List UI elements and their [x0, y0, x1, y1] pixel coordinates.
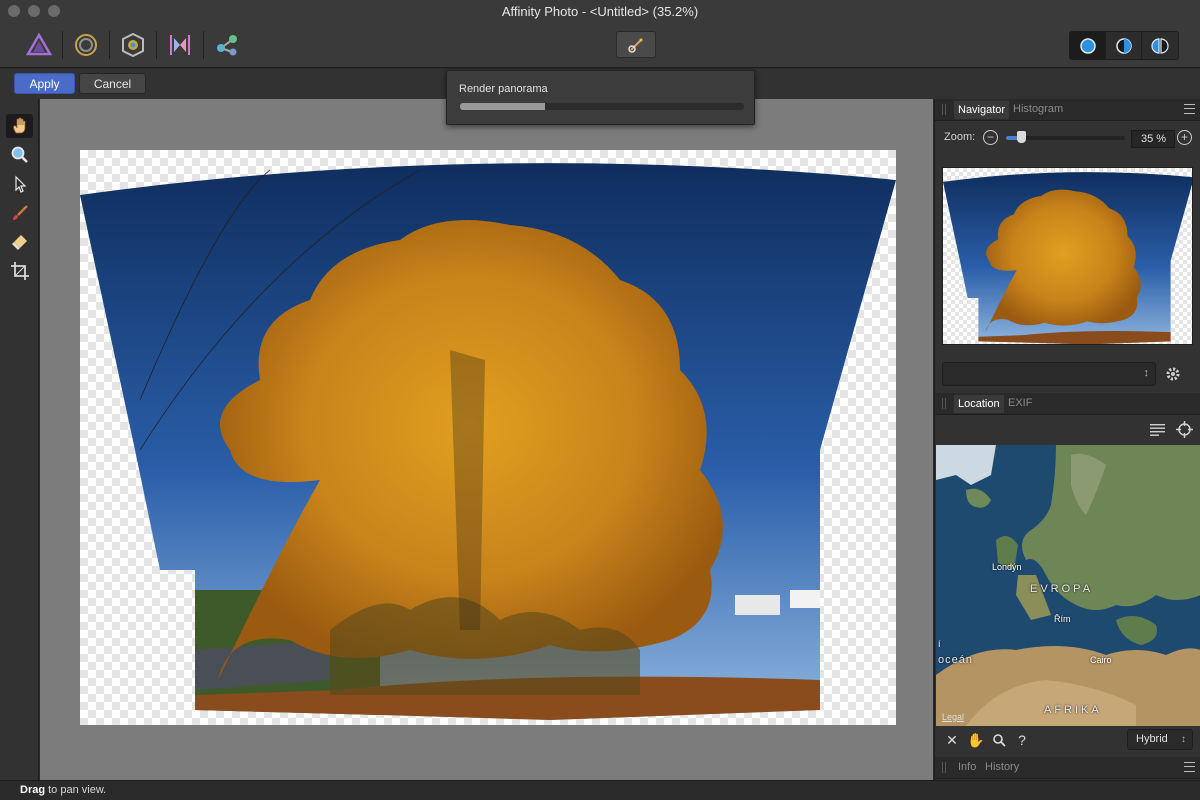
- panel-menu-icon[interactable]: [1184, 762, 1195, 772]
- title-bar: Affinity Photo - <Untitled> (35.2%): [0, 0, 1200, 68]
- map-legal-link[interactable]: Legal: [942, 712, 964, 722]
- zoom-in-button[interactable]: +: [1177, 130, 1192, 145]
- info-panel-tabs: Info History: [935, 757, 1200, 779]
- panorama-document[interactable]: [80, 150, 896, 725]
- toolbar-separator: [203, 31, 204, 59]
- export-persona-icon: [217, 35, 237, 56]
- zoom-slider[interactable]: [1006, 131, 1125, 143]
- map-toolbar: ✕ ✋ ? Hybrid: [935, 727, 1200, 753]
- panel-menu-icon[interactable]: [1184, 104, 1195, 114]
- photo-persona-button[interactable]: [24, 30, 54, 60]
- split-circle-icon: [1115, 37, 1132, 54]
- navigator-view-select[interactable]: [942, 362, 1156, 386]
- zoom-tool[interactable]: [6, 143, 33, 167]
- develop-persona-icon: [122, 32, 144, 58]
- mirror-circle-icon: [1151, 37, 1169, 54]
- map-label-africa: AFRIKA: [1044, 704, 1102, 716]
- crop-tool[interactable]: [6, 259, 33, 283]
- view-mode-single[interactable]: [1070, 32, 1106, 59]
- crosshair-icon[interactable]: [1176, 421, 1193, 438]
- status-bar: Drag to pan view.: [0, 780, 1200, 800]
- list-lines-icon[interactable]: [1150, 423, 1165, 437]
- toolbar-separator: [156, 31, 157, 59]
- status-bold-text: Drag: [20, 784, 46, 796]
- map-label-ocean-prefix: í: [938, 639, 941, 649]
- status-text: to pan view.: [45, 784, 107, 796]
- navigator-preview[interactable]: [942, 167, 1193, 345]
- map-type-select[interactable]: Hybrid: [1127, 729, 1193, 750]
- tab-location[interactable]: Location: [954, 395, 1004, 413]
- canvas-area[interactable]: [40, 99, 933, 780]
- map-label-ocean: oceán: [938, 654, 973, 666]
- toolbar-separator: [62, 31, 63, 59]
- view-mode-group: [1069, 31, 1179, 60]
- tools-panel: [0, 99, 39, 780]
- eraser-icon: [11, 235, 27, 250]
- help-icon[interactable]: ?: [1013, 731, 1031, 749]
- panorama-stitch-button[interactable]: [616, 31, 656, 58]
- full-circle-icon: [1079, 37, 1096, 54]
- zoom-slider-handle[interactable]: [1017, 131, 1027, 143]
- map-label-europe: EVROPA: [1030, 583, 1094, 595]
- brush-icon: [12, 205, 28, 220]
- panel-grip-icon[interactable]: [942, 762, 946, 773]
- tab-info[interactable]: Info: [958, 761, 976, 773]
- panel-grip-icon[interactable]: [942, 104, 946, 115]
- tone-mapping-persona-button[interactable]: [165, 30, 195, 60]
- fit-extent-icon[interactable]: ✕: [943, 731, 961, 749]
- tab-exif[interactable]: EXIF: [1008, 397, 1032, 409]
- map-label-cairo: Cairo: [1090, 655, 1112, 665]
- view-mode-split[interactable]: [1106, 32, 1142, 59]
- location-map[interactable]: Londýn EVROPA Řím í oceán Cairo AFRIKA L…: [936, 445, 1200, 726]
- render-panorama-popup: Render panorama: [446, 70, 755, 125]
- map-label-london: Londýn: [992, 562, 1022, 572]
- liquify-persona-icon: [75, 34, 97, 56]
- panorama-image: [80, 163, 896, 720]
- apply-button[interactable]: Apply: [14, 73, 75, 94]
- render-progress-bar: [460, 103, 744, 110]
- tab-histogram[interactable]: Histogram: [1013, 103, 1063, 115]
- render-progress-fill: [460, 103, 546, 110]
- export-persona-button[interactable]: [212, 30, 242, 60]
- render-panorama-label: Render panorama: [459, 83, 548, 95]
- window-title: Affinity Photo - <Untitled> (35.2%): [501, 4, 699, 19]
- persona-toolbar: [24, 30, 242, 60]
- pan-hand-icon[interactable]: ✋: [967, 731, 985, 749]
- location-toolbar: [935, 417, 1200, 445]
- brush-stroke-icon: [628, 37, 643, 53]
- crop-icon: [10, 262, 29, 280]
- view-mode-mirror[interactable]: [1142, 32, 1178, 59]
- panel-grip-icon[interactable]: [942, 398, 946, 409]
- liquify-persona-button[interactable]: [71, 30, 101, 60]
- tab-history[interactable]: History: [985, 761, 1019, 773]
- zoom-label: Zoom:: [944, 131, 976, 143]
- magnifier-icon: [11, 146, 28, 163]
- view-tool[interactable]: [6, 114, 33, 138]
- map-label-rome: Řím: [1054, 614, 1071, 624]
- gear-icon[interactable]: [1164, 365, 1182, 383]
- tab-navigator[interactable]: Navigator: [954, 101, 1010, 119]
- zoom-out-button[interactable]: −: [983, 130, 998, 145]
- right-panel-dock: Navigator Histogram Zoom: − + 35 % Locat…: [934, 99, 1200, 780]
- map-search-icon[interactable]: [990, 731, 1008, 749]
- toolbar-separator: [109, 31, 110, 59]
- develop-persona-button[interactable]: [118, 30, 148, 60]
- erase-brush-tool[interactable]: [6, 230, 33, 254]
- tone-mapping-persona-icon: [170, 35, 190, 55]
- photo-persona-icon: [26, 32, 52, 56]
- zoom-value-field[interactable]: 35 %: [1131, 130, 1175, 148]
- navigator-preview-image: [943, 172, 1192, 344]
- navigator-panel-tabs: Navigator Histogram: [935, 99, 1200, 121]
- location-panel-tabs: Location EXIF: [935, 393, 1200, 415]
- move-tool[interactable]: [6, 172, 33, 196]
- cancel-button[interactable]: Cancel: [79, 73, 146, 94]
- pointer-icon: [14, 175, 26, 193]
- paint-brush-tool[interactable]: [6, 201, 33, 225]
- hand-icon: [12, 117, 25, 134]
